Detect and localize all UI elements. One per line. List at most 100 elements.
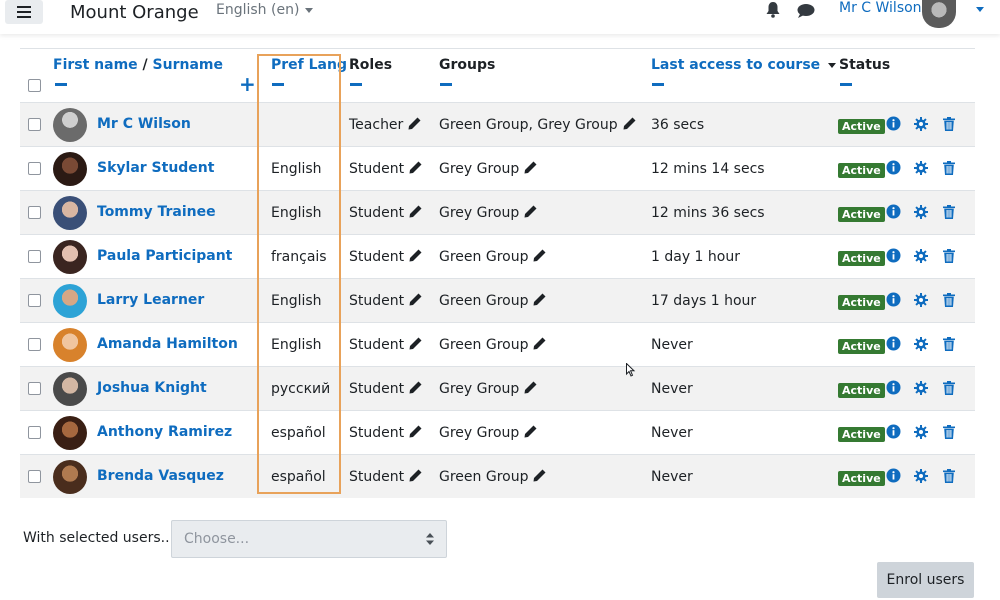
collapse-name-icon[interactable]	[55, 83, 67, 86]
gear-icon[interactable]	[914, 337, 928, 351]
edit-roles-icon[interactable]	[409, 161, 422, 178]
bulk-action-select[interactable]: Choose...	[171, 520, 447, 558]
trash-icon[interactable]	[943, 293, 955, 307]
bell-icon[interactable]	[766, 2, 780, 22]
edit-roles-icon[interactable]	[409, 337, 422, 354]
pref-lang-cell: français	[271, 249, 327, 265]
info-icon[interactable]	[886, 292, 901, 307]
row-select-checkbox[interactable]	[28, 338, 41, 351]
sort-desc-icon	[828, 62, 837, 68]
status-badge: Active	[838, 119, 885, 134]
site-name[interactable]: Mount Orange	[70, 2, 199, 23]
gear-icon[interactable]	[914, 249, 928, 263]
select-all-checkbox[interactable]	[28, 79, 41, 92]
status-badge: Active	[838, 163, 885, 178]
menu-toggle-button[interactable]	[5, 0, 43, 24]
sort-pref-lang[interactable]: Pref Lang	[271, 57, 347, 73]
gear-icon[interactable]	[914, 293, 928, 307]
gear-icon[interactable]	[914, 381, 928, 395]
edit-roles-icon[interactable]	[409, 381, 422, 398]
edit-groups-icon[interactable]	[623, 117, 636, 134]
roles-cell: Student	[349, 249, 422, 266]
user-avatar[interactable]	[922, 0, 956, 28]
participant-name-link[interactable]: Larry Learner	[97, 292, 204, 308]
pref-lang-cell: español	[271, 469, 326, 485]
participant-name-link[interactable]: Anthony Ramirez	[97, 424, 232, 440]
roles-cell: Student	[349, 205, 422, 222]
trash-icon[interactable]	[943, 249, 955, 263]
edit-groups-icon[interactable]	[533, 337, 546, 354]
user-menu-name[interactable]: Mr C Wilson	[839, 0, 922, 16]
row-select-checkbox[interactable]	[28, 426, 41, 439]
gear-icon[interactable]	[914, 205, 928, 219]
info-icon[interactable]	[886, 336, 901, 351]
edit-groups-icon[interactable]	[524, 425, 537, 442]
trash-icon[interactable]	[943, 469, 955, 483]
info-icon[interactable]	[886, 380, 901, 395]
trash-icon[interactable]	[943, 117, 955, 131]
sort-first-name[interactable]: First name	[53, 57, 138, 73]
participant-name-link[interactable]: Tommy Trainee	[97, 204, 216, 220]
trash-icon[interactable]	[943, 337, 955, 351]
info-icon[interactable]	[886, 204, 901, 219]
participant-name-link[interactable]: Amanda Hamilton	[97, 336, 238, 352]
edit-groups-icon[interactable]	[533, 249, 546, 266]
participant-name-link[interactable]: Joshua Knight	[97, 380, 207, 396]
expand-column-icon[interactable]: +	[239, 74, 256, 94]
table-row: Amanda Hamilton English Student Green Group…	[20, 322, 975, 366]
edit-roles-icon[interactable]	[408, 117, 421, 134]
edit-groups-icon[interactable]	[524, 381, 537, 398]
row-select-checkbox[interactable]	[28, 382, 41, 395]
row-select-checkbox[interactable]	[28, 294, 41, 307]
sort-last-access[interactable]: Last access to course	[651, 57, 820, 73]
edit-groups-icon[interactable]	[533, 293, 546, 310]
info-icon[interactable]	[886, 248, 901, 263]
row-select-checkbox[interactable]	[28, 250, 41, 263]
roles-cell: Teacher	[349, 117, 421, 134]
message-icon[interactable]	[797, 3, 815, 22]
collapse-last-access-icon[interactable]	[652, 83, 664, 86]
enrol-users-button[interactable]: Enrol users	[877, 562, 974, 598]
edit-roles-icon[interactable]	[409, 205, 422, 222]
row-select-checkbox[interactable]	[28, 470, 41, 483]
chevron-down-icon	[305, 7, 314, 13]
collapse-pref-lang-icon[interactable]	[272, 83, 284, 86]
participant-name-link[interactable]: Mr C Wilson	[97, 116, 191, 132]
row-select-checkbox[interactable]	[28, 162, 41, 175]
row-select-checkbox[interactable]	[28, 118, 41, 131]
roles-cell: Student	[349, 469, 422, 486]
info-icon[interactable]	[886, 116, 901, 131]
header-status: Status	[839, 57, 891, 73]
avatar	[53, 372, 87, 406]
edit-roles-icon[interactable]	[409, 469, 422, 486]
chevron-down-icon[interactable]	[976, 7, 984, 12]
gear-icon[interactable]	[914, 425, 928, 439]
gear-icon[interactable]	[914, 469, 928, 483]
sort-surname[interactable]: Surname	[153, 57, 223, 73]
info-icon[interactable]	[886, 160, 901, 175]
participant-name-link[interactable]: Paula Participant	[97, 248, 232, 264]
row-select-checkbox[interactable]	[28, 206, 41, 219]
collapse-status-icon[interactable]	[840, 83, 852, 86]
edit-roles-icon[interactable]	[409, 425, 422, 442]
last-access-cell: Never	[651, 381, 693, 397]
edit-roles-icon[interactable]	[409, 249, 422, 266]
language-menu[interactable]: English (en)	[216, 2, 314, 18]
trash-icon[interactable]	[943, 161, 955, 175]
edit-groups-icon[interactable]	[524, 205, 537, 222]
gear-icon[interactable]	[914, 117, 928, 131]
info-icon[interactable]	[886, 468, 901, 483]
trash-icon[interactable]	[943, 425, 955, 439]
collapse-groups-icon[interactable]	[440, 83, 452, 86]
trash-icon[interactable]	[943, 205, 955, 219]
participant-name-link[interactable]: Brenda Vasquez	[97, 468, 224, 484]
participant-name-link[interactable]: Skylar Student	[97, 160, 214, 176]
gear-icon[interactable]	[914, 161, 928, 175]
info-icon[interactable]	[886, 424, 901, 439]
edit-roles-icon[interactable]	[409, 293, 422, 310]
role-label: Student	[349, 293, 405, 309]
edit-groups-icon[interactable]	[524, 161, 537, 178]
edit-groups-icon[interactable]	[533, 469, 546, 486]
trash-icon[interactable]	[943, 381, 955, 395]
collapse-roles-icon[interactable]	[350, 83, 362, 86]
